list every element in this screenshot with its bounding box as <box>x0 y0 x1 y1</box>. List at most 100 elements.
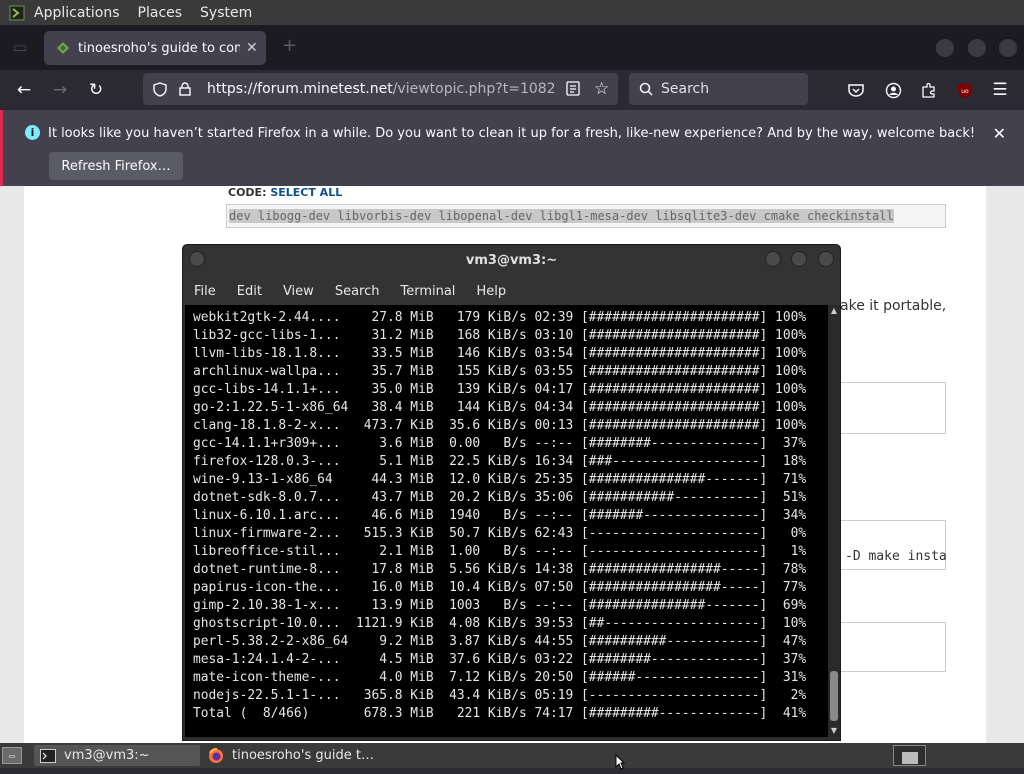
close-notification-icon[interactable]: ✕ <box>993 124 1006 143</box>
notification-message: It looks like you haven’t started Firefo… <box>48 126 976 141</box>
scrollbar-thumb[interactable] <box>830 671 838 721</box>
terminal-line: linux-6.10.1.arc... 46.6 MiB 1940 B/s --… <box>193 508 807 523</box>
code-block-4 <box>826 622 946 672</box>
terminal-menubar: File Edit View Search Terminal Help <box>183 277 840 305</box>
distro-logo-icon[interactable] <box>8 4 26 22</box>
tab-title: tinoesroho's guide to comp <box>78 40 240 56</box>
code-line: dev libogg-dev libvorbis-dev libopenal-d… <box>229 209 894 223</box>
terminal-menu-file[interactable]: File <box>194 284 216 299</box>
terminal-output[interactable]: webkit2gtk-2.44.... 27.8 MiB 179 KiB/s 0… <box>185 305 828 737</box>
close-window-button[interactable] <box>999 39 1017 57</box>
search-bar[interactable]: Search <box>629 73 808 105</box>
show-desktop-icon[interactable]: ▭ <box>2 747 22 764</box>
terminal-line: wine-9.13-1-x86_64 44.3 MiB 12.0 KiB/s 2… <box>193 472 807 487</box>
refresh-firefox-button[interactable]: Refresh Firefox… <box>49 152 183 180</box>
terminal-line: lib32-gcc-libs-1... 31.2 MiB 168 KiB/s 0… <box>193 328 807 343</box>
scroll-up-icon[interactable]: ▲ <box>828 305 840 317</box>
code-fragment: -D make insta <box>845 549 947 564</box>
terminal-line: dotnet-sdk-8.0.7... 43.7 MiB 20.2 KiB/s … <box>193 490 807 505</box>
menu-system[interactable]: System <box>200 5 252 21</box>
terminal-minimize-button[interactable] <box>765 251 781 267</box>
terminal-line: mesa-1:24.1.4-2-... 4.5 MiB 37.6 KiB/s 0… <box>193 652 807 667</box>
terminal-window: vm3@vm3:~ File Edit View Search Terminal… <box>182 244 841 741</box>
search-placeholder: Search <box>661 81 710 97</box>
account-icon[interactable] <box>882 79 904 101</box>
menu-places[interactable]: Places <box>138 5 183 21</box>
code-block: dev libogg-dev libvorbis-dev libopenal-d… <box>226 204 946 228</box>
top-panel: Applications Places System <box>0 0 1024 25</box>
terminal-line: gcc-libs-14.1.1+... 35.0 MiB 139 KiB/s 0… <box>193 382 807 397</box>
workspace-thumbnail <box>902 752 918 764</box>
terminal-line: archlinux-wallpa... 35.7 MiB 155 KiB/s 0… <box>193 364 807 379</box>
terminal-line: llvm-libs-18.1.8... 33.5 MiB 146 KiB/s 0… <box>193 346 807 361</box>
minimize-window-button[interactable] <box>936 39 954 57</box>
terminal-titlebar[interactable]: vm3@vm3:~ <box>183 245 840 277</box>
taskbar-item-label: vm3@vm3:~ <box>64 748 150 763</box>
pocket-icon[interactable] <box>845 79 867 101</box>
taskbar-item-firefox[interactable]: tinoesroho's guide t… <box>202 745 388 766</box>
terminal-line: Total ( 8/466) 678.3 MiB 221 KiB/s 74:17… <box>193 706 807 721</box>
refresh-firefox-notification: i It looks like you haven’t started Fire… <box>0 110 1024 186</box>
reload-icon[interactable]: ↻ <box>85 79 107 101</box>
minetest-favicon-icon <box>56 41 70 55</box>
menu-applications[interactable]: Applications <box>34 5 120 21</box>
firefox-view-icon[interactable]: ▭ <box>8 35 32 59</box>
code-block-2 <box>826 382 946 434</box>
extensions-icon[interactable] <box>918 79 940 101</box>
terminal-line: firefox-128.0.3-... 5.1 MiB 22.5 KiB/s 1… <box>193 454 807 469</box>
terminal-line: ghostscript-10.0... 1121.9 KiB 4.08 KiB/… <box>193 616 807 631</box>
terminal-line: linux-firmware-2... 515.3 KiB 50.7 KiB/s… <box>193 526 807 541</box>
terminal-line: perl-5.38.2-2-x86_64 9.2 MiB 3.87 KiB/s … <box>193 634 807 649</box>
lock-icon[interactable] <box>177 82 193 96</box>
url-text[interactable]: https://forum.minetest.net/viewtopic.php… <box>207 81 556 97</box>
terminal-line: nodejs-22.5.1-1-... 365.8 KiB 43.4 KiB/s… <box>193 688 807 703</box>
search-icon <box>639 82 653 96</box>
scroll-down-icon[interactable]: ▼ <box>828 725 840 737</box>
taskbar-item-terminal[interactable]: vm3@vm3:~ <box>34 745 200 766</box>
firefox-nav-bar: ← → ↻ https://forum.minetest.net/viewtop… <box>0 70 1024 110</box>
ublock-origin-icon[interactable]: uo <box>954 79 976 101</box>
select-all-link[interactable]: SELECT ALL <box>270 186 342 199</box>
firefox-tab-bar: ▭ tinoesroho's guide to comp ✕ + <box>0 25 1024 70</box>
tab-close-icon[interactable]: ✕ <box>246 40 258 56</box>
mouse-cursor-icon <box>615 753 626 774</box>
firefox-icon <box>208 747 224 764</box>
terminal-menu-terminal[interactable]: Terminal <box>400 284 455 299</box>
terminal-scrollbar[interactable]: ▲ ▼ <box>828 305 840 737</box>
workspace-switcher[interactable] <box>893 745 926 766</box>
terminal-line: gcc-14.1.1+r309+... 3.6 MiB 0.00 B/s --:… <box>193 436 807 451</box>
terminal-title: vm3@vm3:~ <box>465 253 558 268</box>
terminal-menu-edit[interactable]: Edit <box>237 284 262 299</box>
svg-text:uo: uo <box>961 88 969 95</box>
url-path: /viewtopic.php?t=1082 <box>392 81 556 97</box>
browser-tab[interactable]: tinoesroho's guide to comp ✕ <box>44 31 266 65</box>
terminal-line: dotnet-runtime-8... 17.8 MiB 5.56 KiB/s … <box>193 562 807 577</box>
back-arrow-icon[interactable]: ← <box>13 79 35 101</box>
bookmark-star-icon[interactable]: ☆ <box>594 79 609 99</box>
terminal-menu-help[interactable]: Help <box>476 284 506 299</box>
terminal-line: gimp-2.10.38-1-x... 13.9 MiB 1003 B/s --… <box>193 598 807 613</box>
url-host: https://forum.minetest.net <box>207 81 393 97</box>
terminal-icon <box>40 748 56 763</box>
code-block-header: CODE: SELECT ALL <box>228 186 342 199</box>
terminal-menu-view[interactable]: View <box>283 284 314 299</box>
terminal-line: clang-18.1.8-2-x... 473.7 KiB 35.6 KiB/s… <box>193 418 807 433</box>
code-label: CODE: <box>228 186 271 199</box>
terminal-close-button[interactable] <box>818 251 834 267</box>
taskbar-item-label: tinoesroho's guide t… <box>232 748 374 763</box>
info-icon: i <box>25 125 40 140</box>
terminal-menu-search[interactable]: Search <box>335 284 380 299</box>
terminal-line: webkit2gtk-2.44.... 27.8 MiB 179 KiB/s 0… <box>193 310 807 325</box>
bottom-taskbar: ▭ vm3@vm3:~ tinoesroho's guide t… <box>0 743 1024 768</box>
terminal-line: go-2:1.22.5-1-x86_64 38.4 MiB 144 KiB/s … <box>193 400 807 415</box>
terminal-line: papirus-icon-the... 16.0 MiB 10.4 KiB/s … <box>193 580 807 595</box>
url-bar[interactable]: https://forum.minetest.net/viewtopic.php… <box>143 73 618 105</box>
reader-view-icon[interactable] <box>566 81 580 100</box>
tracking-shield-icon[interactable] <box>151 81 169 97</box>
terminal-maximize-button[interactable] <box>791 251 807 267</box>
terminal-line: libreoffice-stil... 2.1 MiB 1.00 B/s --:… <box>193 544 807 559</box>
forward-arrow-icon[interactable]: → <box>49 79 71 101</box>
maximize-window-button[interactable] <box>968 39 986 57</box>
hamburger-menu-icon[interactable]: ☰ <box>989 79 1011 101</box>
new-tab-icon[interactable]: + <box>282 35 297 56</box>
